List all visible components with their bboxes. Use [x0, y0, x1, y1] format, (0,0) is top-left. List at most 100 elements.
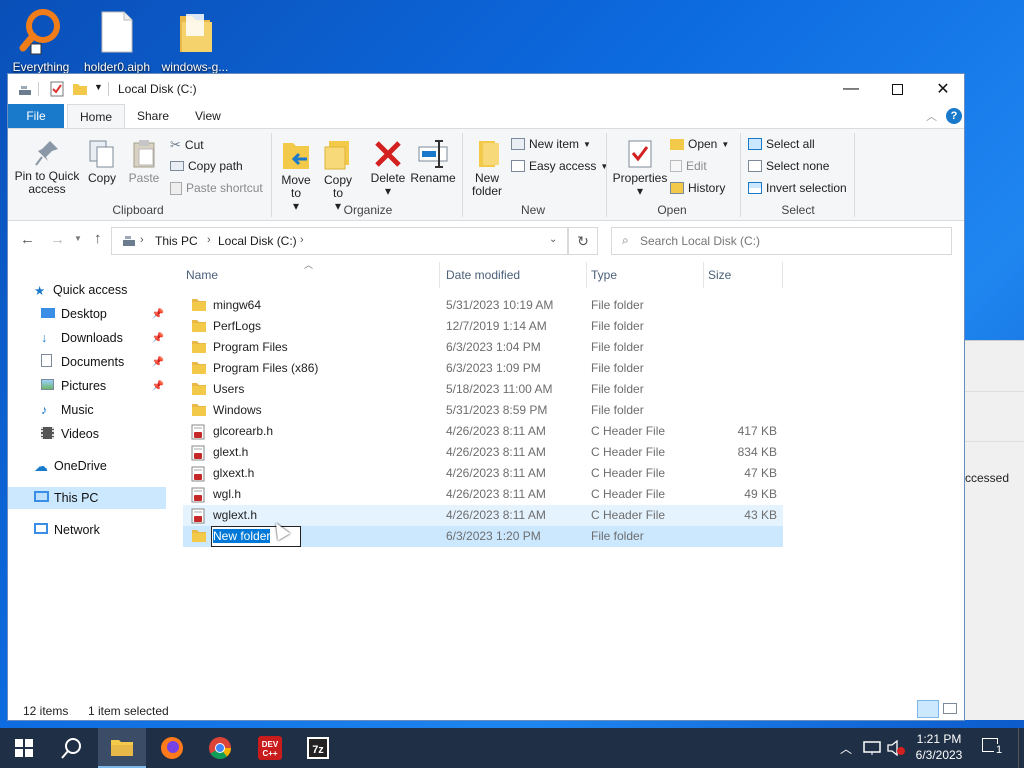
column-header-type[interactable]: Type — [588, 262, 704, 288]
nav-item-network[interactable]: Network — [8, 519, 166, 541]
nav-item-quick-access[interactable]: ★ Quick access — [8, 279, 166, 301]
network-status-icon[interactable] — [863, 740, 881, 756]
copy-button[interactable]: Copy — [84, 139, 120, 185]
nav-item-videos[interactable]: Videos — [8, 423, 166, 445]
help-icon[interactable]: ? — [946, 108, 962, 124]
clock[interactable]: 1:21 PM 6/3/2023 — [912, 731, 966, 763]
tab-home[interactable]: Home — [67, 104, 126, 128]
file-explorer-taskbar-button[interactable] — [98, 728, 146, 768]
rename-button[interactable]: Rename — [410, 139, 456, 185]
copy-path-button[interactable]: Copy path — [170, 159, 243, 173]
properties-label: Properties ▾ — [612, 171, 668, 198]
tab-view[interactable]: View — [183, 104, 233, 128]
paste-shortcut-button[interactable]: Paste shortcut — [170, 181, 263, 195]
show-desktop-button[interactable] — [1018, 728, 1024, 768]
7zip-taskbar-button[interactable]: 7z — [294, 728, 342, 768]
cut-button[interactable]: ✂ Cut — [170, 137, 204, 153]
open-button[interactable]: Open ▼ — [670, 137, 729, 151]
properties-button[interactable]: Properties ▾ — [612, 139, 668, 198]
devcpp-taskbar-button[interactable]: DEV C++ — [246, 728, 294, 768]
refresh-icon: ↻ — [577, 233, 589, 249]
collapse-ribbon-icon[interactable]: ︿ — [926, 108, 937, 124]
rename-selected-text: New folder — [213, 529, 271, 543]
desktop-icon-holder0-aiph[interactable]: holder0.aiph — [78, 8, 156, 74]
column-header-name[interactable]: Name — [183, 262, 440, 288]
file-row-users[interactable]: Users 5/18/2023 11:00 AM File folder — [183, 379, 783, 400]
pin-to-quick-access-button[interactable]: Pin to Quick access — [14, 139, 80, 196]
address-dropdown-icon[interactable]: ⌄ — [549, 234, 557, 245]
large-icons-view-icon[interactable] — [943, 703, 957, 714]
file-row-wgl-h[interactable]: wgl.h 4/26/2023 8:11 AM C Header File 49 KB — [183, 484, 783, 505]
properties-quick-icon[interactable] — [50, 81, 64, 97]
history-button[interactable]: History — [670, 181, 725, 195]
file-row-program-files-x86-[interactable]: Program Files (x86) 6/3/2023 1:09 PM File … — [183, 358, 783, 379]
desktop-icon-everything[interactable]: Everything — [2, 8, 80, 74]
notifications-button[interactable]: 1 — [982, 738, 1005, 758]
pin-label: Pin to Quick access — [14, 169, 80, 196]
move-to-button[interactable]: Move to ▾ — [278, 139, 314, 213]
close-button[interactable]: ✕ — [920, 74, 964, 104]
select-all-button[interactable]: Select all — [748, 137, 815, 151]
new-item-button[interactable]: New item ▼ — [511, 137, 591, 151]
refresh-button[interactable]: ↻ — [568, 227, 598, 255]
folder-icon — [191, 382, 207, 397]
folder-icon — [111, 740, 133, 756]
desktop-icon-windows-folder[interactable]: windows-g... — [156, 8, 234, 74]
nav-item-downloads[interactable]: ↓ Downloads 📌 — [8, 327, 166, 349]
firefox-taskbar-button[interactable] — [148, 728, 196, 768]
file-name: wgl.h — [213, 487, 242, 501]
tab-file[interactable]: File — [8, 104, 64, 128]
tab-share[interactable]: Share — [125, 104, 181, 128]
breadcrumb-this-pc[interactable]: This PC — [155, 234, 198, 248]
nav-item-documents[interactable]: Documents 📌 — [8, 351, 166, 373]
address-box[interactable]: › This PC › Local Disk (C:) › ⌄ — [111, 227, 568, 255]
nav-item-this-pc[interactable]: This PC — [8, 487, 166, 509]
new-folder-quick-icon[interactable] — [72, 82, 88, 96]
volume-muted-icon[interactable] — [886, 740, 906, 756]
maximize-button[interactable] — [874, 74, 920, 104]
recent-locations-icon[interactable]: ▼ — [74, 234, 82, 243]
file-row-glcorearb-h[interactable]: glcorearb.h 4/26/2023 8:11 AM C Header Fil… — [183, 421, 783, 442]
file-row-perflogs[interactable]: PerfLogs 12/7/2019 1:14 AM File folder — [183, 316, 783, 337]
file-row-windows[interactable]: Windows 5/31/2023 8:59 PM File folder — [183, 400, 783, 421]
edit-button[interactable]: Edit — [670, 159, 707, 173]
forward-arrow-icon[interactable]: → — [50, 231, 65, 248]
nav-item-pictures[interactable]: Pictures 📌 — [8, 375, 166, 397]
column-header-date[interactable]: Date modified — [443, 262, 587, 288]
breadcrumb-local-disk[interactable]: Local Disk (C:) — [218, 234, 297, 248]
file-row-program-files[interactable]: Program Files 6/3/2023 1:04 PM File folder — [183, 337, 783, 358]
file-name: Program Files (x86) — [213, 361, 319, 375]
file-row-wglext-h[interactable]: wglext.h 4/26/2023 8:11 AM C Header File 43… — [183, 505, 783, 526]
new-folder-button[interactable]: New folder — [468, 139, 506, 198]
file-date: 5/18/2023 11:00 AM — [446, 382, 553, 396]
desktop-icon — [41, 307, 61, 321]
rename-label: Rename — [410, 171, 456, 185]
start-button[interactable] — [0, 728, 48, 768]
minimize-button[interactable]: — — [828, 74, 874, 104]
copy-to-button[interactable]: Copy to ▾ — [320, 139, 356, 213]
chrome-taskbar-button[interactable] — [196, 728, 244, 768]
pinned-icon: 📌 — [151, 356, 164, 368]
details-view-icon[interactable] — [917, 700, 939, 718]
search-box[interactable]: ⌕ — [611, 227, 952, 255]
column-header-size[interactable]: Size — [705, 262, 783, 288]
file-row-glext-h[interactable]: glext.h 4/26/2023 8:11 AM C Header File 834… — [183, 442, 783, 463]
nav-item-onedrive[interactable]: ☁ OneDrive — [8, 455, 166, 477]
nav-item-desktop[interactable]: Desktop 📌 — [8, 303, 166, 325]
file-row-glxext-h[interactable]: glxext.h 4/26/2023 8:11 AM C Header File 47… — [183, 463, 783, 484]
easy-access-button[interactable]: Easy access ▼ — [511, 159, 608, 173]
qat-dropdown-icon[interactable]: ▼ — [94, 82, 103, 92]
search-taskbar-button[interactable] — [48, 728, 96, 768]
up-arrow-icon[interactable]: ↑ — [94, 230, 102, 247]
invert-selection-button[interactable]: Invert selection — [748, 181, 847, 195]
delete-button[interactable]: Delete ▾ — [369, 139, 407, 198]
paste-button[interactable]: Paste — [126, 139, 162, 185]
back-arrow-icon[interactable]: ← — [20, 231, 35, 248]
c-header-file-icon — [191, 487, 207, 503]
show-hidden-icons-icon[interactable]: ︿ — [840, 740, 852, 757]
file-row-mingw64[interactable]: mingw64 5/31/2023 10:19 AM File folder — [183, 295, 783, 316]
file-type: File folder — [591, 298, 644, 312]
search-input[interactable] — [640, 231, 940, 251]
nav-item-music[interactable]: ♪ Music — [8, 399, 166, 421]
select-none-button[interactable]: Select none — [748, 159, 829, 173]
